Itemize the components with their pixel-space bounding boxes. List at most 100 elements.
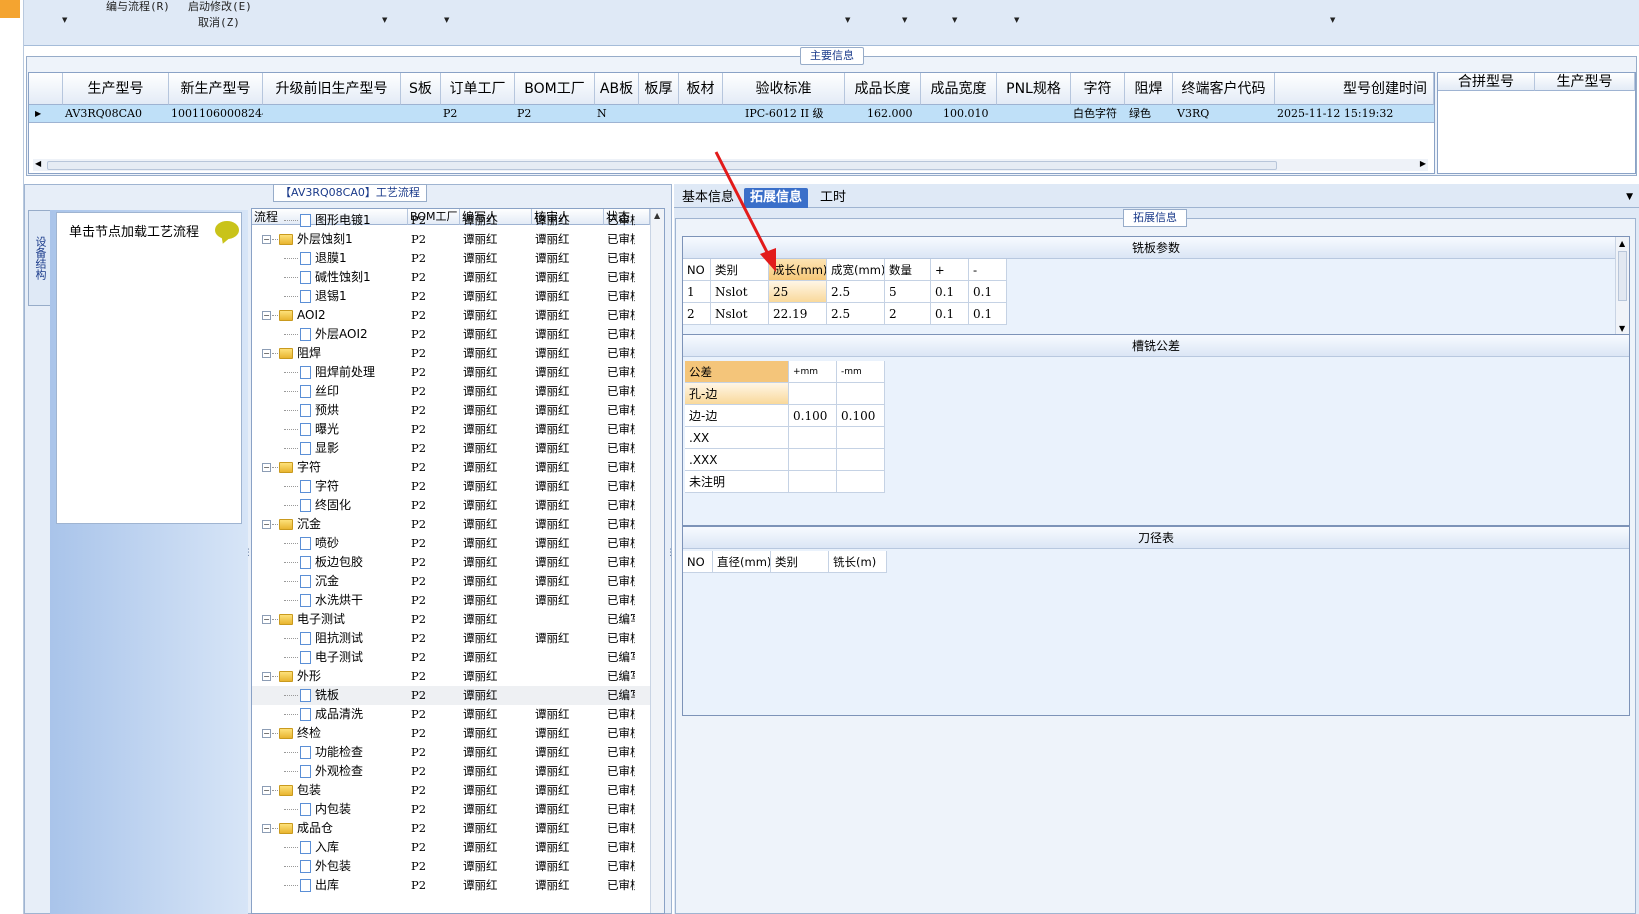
chevron-down-icon[interactable]: ▼ [1330, 16, 1335, 24]
tree-row[interactable]: 水洗烘干P2谭丽红谭丽红已审核 [252, 591, 650, 610]
tolerance-cell[interactable] [837, 383, 885, 405]
milling-col-header[interactable]: 成宽(mm) [827, 259, 885, 281]
col-material[interactable]: 板材 [679, 73, 723, 105]
col-pnl[interactable]: PNL规格 [997, 73, 1071, 105]
col-length[interactable]: 成品长度 [845, 73, 921, 105]
milling-cell[interactable]: 25 [769, 281, 827, 303]
col-order-factory[interactable]: 订单工厂 [441, 73, 515, 105]
tolerance-cell[interactable]: 0.100 [837, 405, 885, 427]
tree-row[interactable]: 内包装P2谭丽红谭丽红已审核 [252, 800, 650, 819]
cutter-col-header[interactable]: 铣长(m) [829, 551, 887, 573]
tolerance-col-header[interactable]: 公差 [685, 361, 789, 383]
collapse-toggle[interactable]: − [262, 311, 271, 320]
tree-row[interactable]: 显影P2谭丽红谭丽红已审核 [252, 439, 650, 458]
col-customer-code[interactable]: 终端客户代码 [1173, 73, 1275, 105]
scroll-up-icon[interactable]: ▲ [654, 211, 660, 220]
col-s-board[interactable]: S板 [401, 73, 441, 105]
milling-cell[interactable]: 0.1 [931, 281, 969, 303]
col-merge-production-model[interactable]: 生产型号 [1535, 73, 1635, 91]
tree-row[interactable]: 退锡1P2谭丽红谭丽红已审核 [252, 287, 650, 306]
chevron-down-icon[interactable]: ▼ [1014, 16, 1019, 24]
tolerance-cell[interactable] [789, 449, 837, 471]
milling-cell[interactable]: 22.19 [769, 303, 827, 325]
tree-row[interactable]: 图形电镀1P2谭丽红谭丽红已审核 [252, 211, 650, 230]
horizontal-scrollbar[interactable]: ◀ ▶ [33, 159, 1428, 171]
vertical-scrollbar[interactable]: ▲ [650, 209, 664, 913]
tree-row[interactable]: 电子测试P2谭丽红已编写 [252, 648, 650, 667]
tree-row[interactable]: −成品仓P2谭丽红谭丽红已审核 [252, 819, 650, 838]
tree-row[interactable]: −电子测试P2谭丽红已编写 [252, 610, 650, 629]
milling-col-header[interactable]: NO [683, 259, 711, 281]
vertical-scrollbar[interactable]: ▲ ▼ [1615, 237, 1629, 335]
col-production-model[interactable]: 生产型号 [63, 73, 169, 105]
col-created-time[interactable]: 型号创建时间 [1275, 73, 1434, 105]
collapse-toggle[interactable]: − [262, 824, 271, 833]
cutter-col-header[interactable]: 直径(mm) [713, 551, 771, 573]
col-solder[interactable]: 阻焊 [1125, 73, 1173, 105]
milling-cell[interactable]: Nslot [711, 281, 769, 303]
cutter-col-header[interactable]: NO [683, 551, 713, 573]
tolerance-cell[interactable]: 0.100 [789, 405, 837, 427]
cutter-col-header[interactable]: 类别 [771, 551, 829, 573]
tolerance-col-header[interactable]: -mm [837, 361, 885, 383]
tree-row[interactable]: 终固化P2谭丽红谭丽红已审核 [252, 496, 650, 515]
tolerance-cell[interactable] [837, 471, 885, 493]
scroll-left-icon[interactable]: ◀ [35, 159, 41, 168]
milling-cell[interactable]: 2.5 [827, 281, 885, 303]
tree-row[interactable]: 退膜1P2谭丽红谭丽红已审核 [252, 249, 650, 268]
milling-cell[interactable]: 2 [683, 303, 711, 325]
tolerance-cell[interactable]: 未注明 [685, 471, 789, 493]
scroll-up-icon[interactable]: ▲ [1619, 239, 1625, 248]
tolerance-cell[interactable] [789, 427, 837, 449]
collapse-toggle[interactable]: − [262, 729, 271, 738]
tolerance-cell[interactable] [837, 449, 885, 471]
collapse-toggle[interactable]: − [262, 520, 271, 529]
tree-row[interactable]: 阻抗测试P2谭丽红谭丽红已审核 [252, 629, 650, 648]
tree-row[interactable]: 板边包胶P2谭丽红谭丽红已审核 [252, 553, 650, 572]
tolerance-col-header[interactable]: +mm [789, 361, 837, 383]
tolerance-cell[interactable] [789, 471, 837, 493]
tree-row[interactable]: 曝光P2谭丽红谭丽红已审核 [252, 420, 650, 439]
milling-col-header[interactable]: 类别 [711, 259, 769, 281]
tree-row[interactable]: −AOI2P2谭丽红谭丽红已审核 [252, 306, 650, 325]
chevron-down-icon[interactable]: ▼ [444, 16, 449, 24]
col-ab-board[interactable]: AB板 [595, 73, 639, 105]
milling-cell[interactable]: 0.1 [969, 281, 1007, 303]
milling-col-header[interactable]: 数量 [885, 259, 931, 281]
collapse-toggle[interactable]: − [262, 463, 271, 472]
col-standard[interactable]: 验收标准 [723, 73, 845, 105]
milling-cell[interactable]: Nslot [711, 303, 769, 325]
tree-row[interactable]: 出库P2谭丽红谭丽红已审核 [252, 876, 650, 895]
tree-row[interactable]: 铣板P2谭丽红已编写 [252, 686, 650, 705]
scroll-down-icon[interactable]: ▼ [1619, 324, 1625, 333]
chevron-down-icon[interactable]: ▼ [902, 16, 907, 24]
tree-row[interactable]: 外包装P2谭丽红谭丽红已审核 [252, 857, 650, 876]
milling-cell[interactable]: 2.5 [827, 303, 885, 325]
tolerance-cell[interactable]: .XXX [685, 449, 789, 471]
tree-row[interactable]: 沉金P2谭丽红谭丽红已审核 [252, 572, 650, 591]
tolerance-cell[interactable] [789, 383, 837, 405]
col-merge-model[interactable]: 合拼型号 [1438, 73, 1535, 91]
collapse-toggle[interactable]: − [262, 615, 271, 624]
col-width[interactable]: 成品宽度 [921, 73, 997, 105]
tab-work-hours[interactable]: 工时 [814, 188, 852, 208]
tree-row[interactable]: −阻焊P2谭丽红谭丽红已审核 [252, 344, 650, 363]
tree-row[interactable]: 阻焊前处理P2谭丽红谭丽红已审核 [252, 363, 650, 382]
tolerance-cell[interactable] [837, 427, 885, 449]
tree-row[interactable]: −外形P2谭丽红已编写 [252, 667, 650, 686]
menu-cancel[interactable]: 取消(Z) [198, 14, 240, 30]
tree-row[interactable]: 预烘P2谭丽红谭丽红已审核 [252, 401, 650, 420]
collapse-toggle[interactable]: − [262, 349, 271, 358]
menu-edit-flow[interactable]: 编与流程(R) [106, 0, 170, 14]
tree-row[interactable]: −字符P2谭丽红谭丽红已审核 [252, 458, 650, 477]
milling-cell[interactable]: 0.1 [931, 303, 969, 325]
chevron-down-icon[interactable]: ▼ [1626, 192, 1633, 202]
col-thickness[interactable]: 板厚 [639, 73, 679, 105]
table-row[interactable]: ▶ AV3RQ08CA0 10011060008244 P2 P2 N IPC-… [29, 105, 1434, 123]
tree-row[interactable]: 成品清洗P2谭丽红谭丽红已审核 [252, 705, 650, 724]
tree-row[interactable]: −外层蚀刻1P2谭丽红谭丽红已审核 [252, 230, 650, 249]
tree-row[interactable]: −终检P2谭丽红谭丽红已审核 [252, 724, 650, 743]
scroll-thumb[interactable] [1618, 251, 1627, 301]
col-char[interactable]: 字符 [1071, 73, 1125, 105]
milling-col-header[interactable]: 成长(mm) [769, 259, 827, 281]
